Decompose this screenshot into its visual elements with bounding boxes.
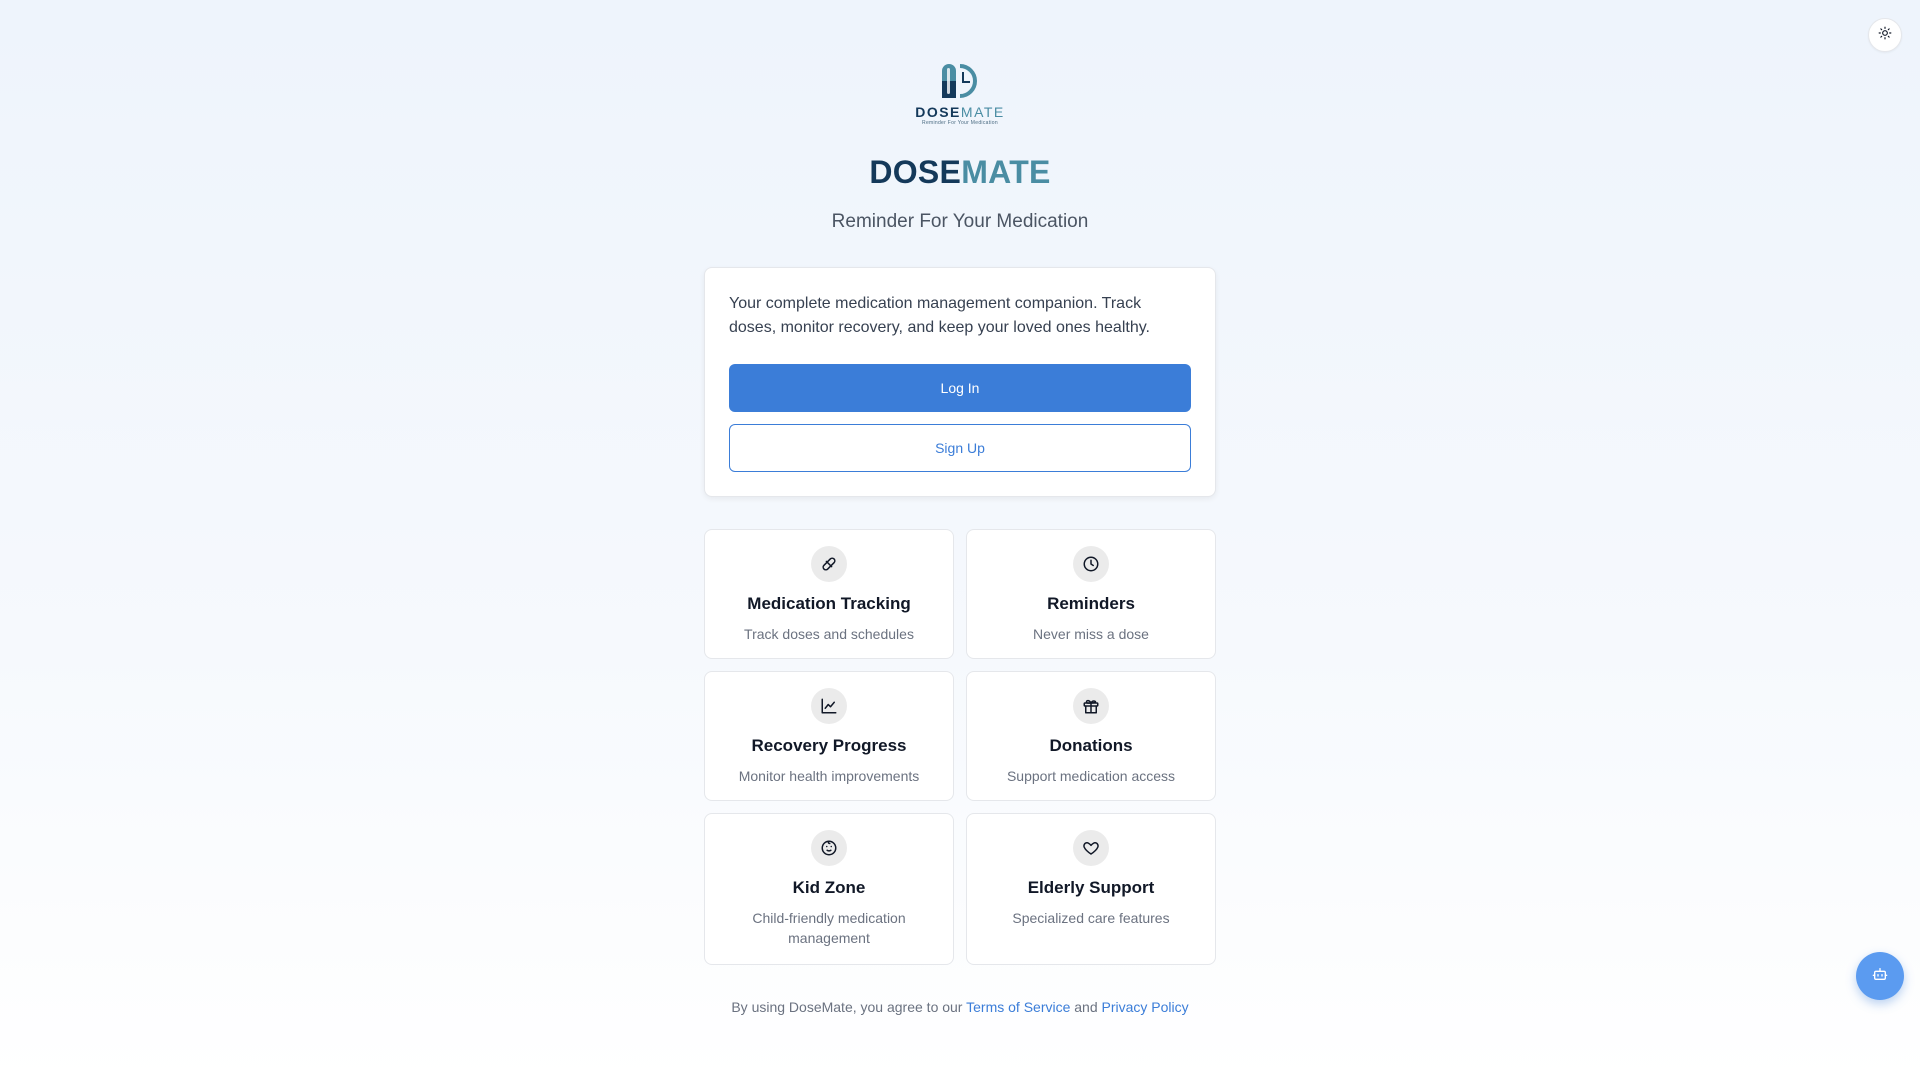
legal-footer: By using DoseMate, you agree to our Term…	[730, 997, 1190, 1017]
feature-description: Never miss a dose	[1033, 626, 1149, 642]
heart-icon	[1073, 830, 1109, 866]
feature-description: Track doses and schedules	[744, 626, 914, 642]
feature-title: Donations	[1049, 736, 1133, 755]
logo-mark-icon	[942, 64, 977, 98]
feature-title: Kid Zone	[792, 878, 866, 897]
title-part-mate: MATE	[961, 154, 1051, 190]
feature-description: Support medication access	[1006, 768, 1176, 784]
feature-card-donations: Donations Support medication access	[966, 671, 1216, 801]
feature-title: Recovery Progress	[751, 736, 907, 755]
feature-card-medication-tracking: Medication Tracking Track doses and sche…	[704, 529, 954, 659]
feature-title: Elderly Support	[1027, 878, 1155, 897]
main-column: DOSEMATE Reminder For Your Medication DO…	[704, 0, 1216, 1017]
chat-assistant-button[interactable]	[1856, 952, 1904, 1000]
pill-icon	[811, 546, 847, 582]
signup-button[interactable]: Sign Up	[729, 424, 1191, 472]
title-part-dose: DOSE	[869, 154, 962, 190]
footer-prefix: By using DoseMate, you agree to our	[731, 999, 963, 1015]
feature-description: Specialized care features	[1012, 910, 1170, 926]
logo: DOSEMATE Reminder For Your Medication	[912, 60, 1008, 132]
logo-wordmark: DOSEMATE	[915, 104, 1005, 120]
login-button[interactable]: Log In	[729, 364, 1191, 412]
clock-icon	[1073, 546, 1109, 582]
gift-icon	[1073, 688, 1109, 724]
sun-icon	[1878, 26, 1892, 45]
app-description: Your complete medication management comp…	[729, 295, 1150, 336]
feature-title: Medication Tracking	[747, 594, 911, 613]
feature-title: Reminders	[1047, 594, 1135, 613]
feature-card-kid-zone: Kid Zone Child-friendly medication manag…	[704, 813, 954, 965]
page-title: DOSEMATE	[869, 154, 1050, 191]
chart-line-icon	[811, 688, 847, 724]
feature-description: Monitor health improvements	[738, 768, 920, 784]
privacy-policy-link[interactable]: Privacy Policy	[1102, 999, 1189, 1015]
theme-toggle-button[interactable]	[1868, 18, 1902, 52]
logo-tagline: Reminder For Your Medication	[922, 120, 998, 126]
page-subtitle: Reminder For Your Medication	[831, 211, 1089, 232]
feature-card-elderly-support: Elderly Support Specialized care feature…	[966, 813, 1216, 965]
terms-of-service-link[interactable]: Terms of Service	[966, 999, 1070, 1015]
feature-card-reminders: Reminders Never miss a dose	[966, 529, 1216, 659]
baby-icon	[811, 830, 847, 866]
feature-description: Child-friendly medication management	[752, 910, 906, 946]
footer-and: and	[1074, 999, 1098, 1015]
auth-card: Your complete medication management comp…	[704, 267, 1216, 497]
bot-icon	[1872, 966, 1888, 987]
feature-grid: Medication Tracking Track doses and sche…	[704, 529, 1216, 965]
feature-card-recovery-progress: Recovery Progress Monitor health improve…	[704, 671, 954, 801]
